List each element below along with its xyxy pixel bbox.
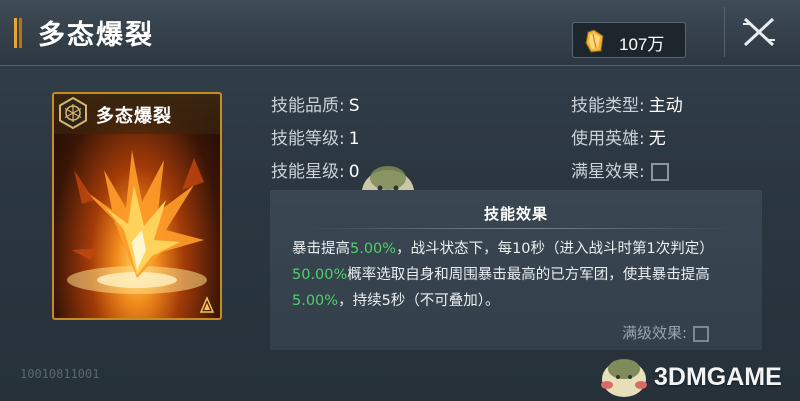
card-skill-name: 多态爆裂 — [96, 106, 172, 127]
skill-effect-box: 技能效果 暴击提高5.00%，战斗状态下，每10秒（进入战斗时第1次判定）50.… — [270, 190, 762, 350]
gold-crystal-icon — [585, 29, 604, 53]
attr-level-value: 1 — [348, 129, 360, 149]
attr-fullstar: 满星效果: — [571, 157, 669, 182]
attr-hero-value: 无 — [648, 129, 666, 149]
attr-level-label: 技能等级: — [271, 129, 345, 149]
attr-hero: 使用英雄: 无 — [571, 124, 666, 149]
attr-hero-label: 使用英雄: — [571, 129, 645, 149]
attr-type-value: 主动 — [648, 96, 683, 116]
watermark-text: 3DMGAME — [654, 363, 782, 391]
attr-quality-label: 技能品质: — [271, 96, 345, 116]
effect-desc-text: 暴击提高 — [292, 241, 350, 257]
close-icon[interactable] — [741, 16, 777, 48]
effect-desc-highlight: 50.00% — [292, 267, 348, 283]
fullstar-checkbox[interactable] — [650, 163, 669, 181]
effect-desc-text: ，战斗状态下，每10秒（进入战斗时第1次判定） — [396, 241, 714, 257]
skill-corner-icon — [199, 296, 215, 313]
effect-title: 技能效果 — [483, 205, 548, 223]
effect-description: 暴击提高5.00%，战斗状态下，每10秒（进入战斗时第1次判定）50.00%概率… — [292, 236, 752, 314]
page-title: 多态爆裂 — [38, 20, 154, 51]
full-level-label: 满级效果: — [622, 324, 688, 342]
attr-quality-value: S — [348, 96, 360, 116]
attr-level: 技能等级: 1 — [271, 124, 360, 149]
attr-type-label: 技能类型: — [571, 96, 645, 116]
skill-card: 多态爆裂 — [52, 92, 222, 320]
effect-desc-highlight: 5.00% — [350, 241, 397, 257]
watermark-logo-icon — [601, 359, 647, 397]
attr-quality: 技能品质: S — [271, 91, 360, 116]
hexagon-emblem-icon — [59, 96, 87, 130]
attr-type: 技能类型: 主动 — [571, 91, 683, 116]
effect-desc-text: 概率选取自身和周围暴击最高的已方军团，使其暴击提高 — [347, 267, 710, 283]
effect-desc-highlight: 5.00% — [292, 293, 339, 309]
attr-fullstar-label: 满星效果: — [571, 162, 645, 182]
effect-desc-text: ，持续5秒（不可叠加）。 — [338, 293, 500, 309]
currency-display: 107万 — [572, 22, 686, 58]
header-bar: 多态爆裂 107万 — [0, 0, 800, 66]
skill-artwork — [54, 130, 220, 318]
full-level-effect: 满级效果: — [622, 322, 710, 343]
attr-star: 技能星级: 0 — [271, 157, 360, 182]
attr-star-label: 技能星级: — [271, 162, 345, 182]
currency-value: 107万 — [619, 35, 665, 54]
skill-detail-panel: 多态爆裂 107万 多态爆裂 10010811001 技能品质: S 技能等级:… — [0, 0, 800, 401]
title-accent-bar — [14, 18, 22, 48]
card-code: 10010811001 — [20, 367, 100, 381]
close-button[interactable] — [724, 7, 792, 57]
effect-divider — [306, 228, 734, 229]
full-level-checkbox[interactable] — [693, 325, 710, 342]
